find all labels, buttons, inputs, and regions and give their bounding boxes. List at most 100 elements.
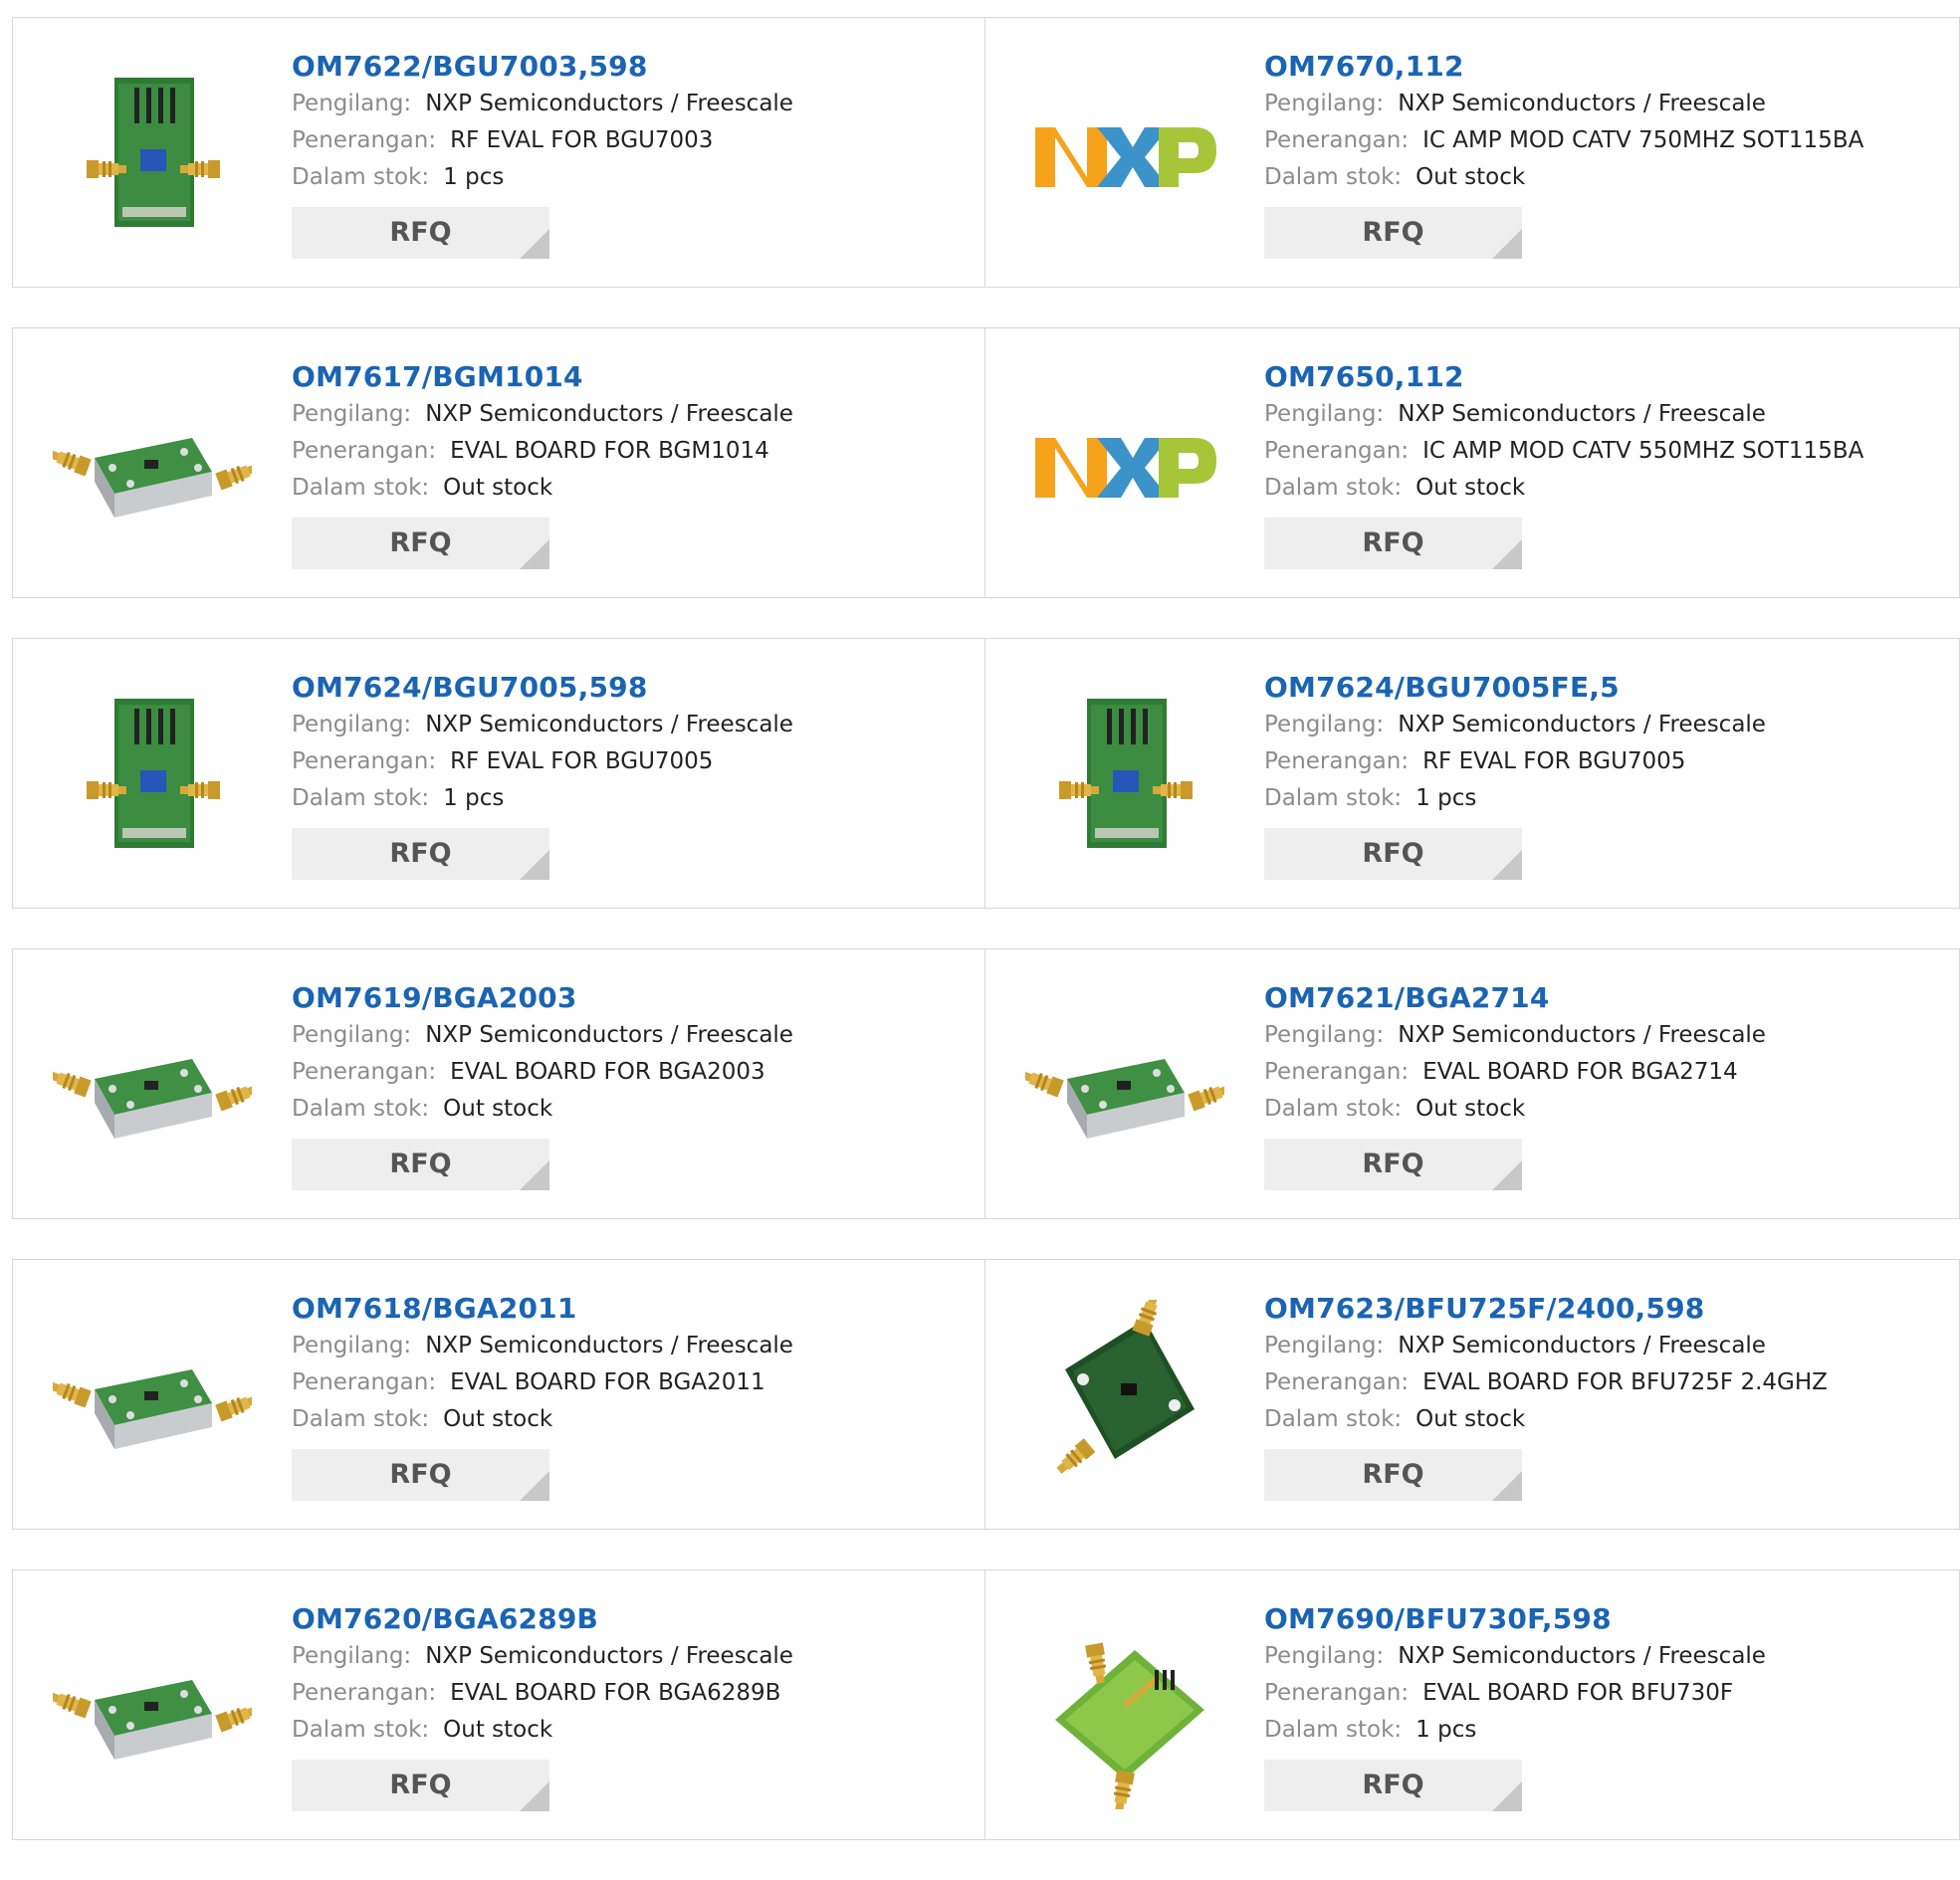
rfq-button[interactable]: RFQ (292, 518, 549, 569)
rfq-corner-decoration (1492, 1471, 1522, 1501)
product-card: OM7618/BGA2011 Pengilang: NXP Semiconduct… (12, 1259, 985, 1530)
rfq-corner-decoration (1492, 1781, 1522, 1811)
product-part-link[interactable]: OM7617/BGM1014 (292, 358, 793, 396)
rfq-button-label: RFQ (389, 527, 452, 558)
description-line: Penerangan: RF EVAL FOR BGU7005 (1264, 743, 1766, 780)
stock-line: Dalam stok: Out stock (292, 1712, 793, 1749)
product-image[interactable] (1025, 58, 1224, 257)
rfq-button[interactable]: RFQ (292, 828, 549, 880)
manufacturer-line: Pengilang: NXP Semiconductors / Freescale (292, 1328, 793, 1364)
manufacturer-label: Pengilang: (292, 1643, 412, 1669)
stock-label: Dalam stok: (1264, 1406, 1403, 1432)
product-part-link[interactable]: OM7620/BGA6289B (292, 1600, 793, 1638)
description-value: EVAL BOARD FOR BFU730F (1422, 1680, 1734, 1706)
rfq-corner-decoration (520, 229, 549, 259)
manufacturer-label: Pengilang: (1264, 401, 1385, 427)
rfq-button[interactable]: RFQ (292, 207, 549, 259)
description-value: RF EVAL FOR BGU7003 (450, 127, 714, 153)
product-image[interactable] (53, 1300, 252, 1499)
product-part-link[interactable]: OM7621/BGA2714 (1264, 979, 1766, 1017)
product-part-link[interactable]: OM7623/BFU725F/2400,598 (1264, 1290, 1828, 1328)
description-label: Penerangan: (1264, 1369, 1410, 1395)
product-part-link[interactable]: OM7624/BGU7005,598 (292, 669, 793, 707)
rfq-button-label: RFQ (1362, 838, 1424, 869)
metal-block-board-icon (53, 1369, 252, 1449)
rfq-button-label: RFQ (1362, 527, 1424, 558)
manufacturer-line: Pengilang: NXP Semiconductors / Freescale (1264, 396, 1863, 433)
manufacturer-label: Pengilang: (1264, 91, 1385, 116)
rfq-button[interactable]: RFQ (292, 1139, 549, 1190)
manufacturer-line: Pengilang: NXP Semiconductors / Freescale (1264, 1328, 1828, 1364)
stock-value: Out stock (1416, 475, 1526, 501)
product-image[interactable] (1025, 1610, 1224, 1809)
manufacturer-label: Pengilang: (1264, 1022, 1385, 1048)
rfq-button[interactable]: RFQ (292, 1449, 549, 1501)
stock-value: Out stock (443, 475, 553, 501)
product-part-link[interactable]: OM7618/BGA2011 (292, 1290, 793, 1328)
description-line: Penerangan: EVAL BOARD FOR BGA6289B (292, 1675, 793, 1712)
product-part-link[interactable]: OM7650,112 (1264, 358, 1863, 396)
product-image[interactable] (53, 989, 252, 1188)
product-image[interactable] (1025, 368, 1224, 567)
manufacturer-line: Pengilang: NXP Semiconductors / Freescale (292, 707, 793, 743)
stock-line: Dalam stok: Out stock (1264, 159, 1863, 196)
stock-line: Dalam stok: 1 pcs (292, 159, 793, 196)
rfq-button[interactable]: RFQ (1264, 1449, 1522, 1501)
stock-label: Dalam stok: (1264, 164, 1403, 190)
product-part-link[interactable]: OM7624/BGU7005FE,5 (1264, 669, 1766, 707)
stock-line: Dalam stok: Out stock (1264, 470, 1863, 507)
manufacturer-label: Pengilang: (1264, 1643, 1385, 1669)
description-value: IC AMP MOD CATV 550MHZ SOT115BA (1422, 438, 1864, 464)
manufacturer-value: NXP Semiconductors / Freescale (425, 1022, 793, 1048)
rfq-button[interactable]: RFQ (1264, 1760, 1522, 1811)
product-card: OM7622/BGU7003,598 Pengilang: NXP Semicon… (12, 17, 985, 288)
manufacturer-label: Pengilang: (1264, 1333, 1385, 1358)
stock-label: Dalam stok: (1264, 785, 1403, 811)
product-image[interactable] (1025, 679, 1224, 878)
manufacturer-label: Pengilang: (292, 1333, 412, 1358)
stock-line: Dalam stok: Out stock (1264, 1401, 1828, 1438)
product-image[interactable] (1025, 1300, 1224, 1499)
product-part-link[interactable]: OM7619/BGA2003 (292, 979, 793, 1017)
rfq-corner-decoration (520, 1160, 549, 1190)
product-image[interactable] (53, 1610, 252, 1809)
product-image[interactable] (1025, 989, 1224, 1188)
manufacturer-line: Pengilang: NXP Semiconductors / Freescale (1264, 1638, 1766, 1675)
stock-value: Out stock (1416, 1096, 1526, 1122)
stock-value: Out stock (443, 1406, 553, 1432)
stock-label: Dalam stok: (292, 475, 430, 501)
product-part-link[interactable]: OM7670,112 (1264, 48, 1863, 86)
product-image[interactable] (53, 368, 252, 567)
rfq-button[interactable]: RFQ (1264, 207, 1522, 259)
stock-value: 1 pcs (1416, 1717, 1477, 1743)
rfq-button[interactable]: RFQ (1264, 518, 1522, 569)
description-line: Penerangan: RF EVAL FOR BGU7003 (292, 122, 793, 159)
product-part-link[interactable]: OM7690/BFU730F,598 (1264, 1600, 1766, 1638)
description-line: Penerangan: IC AMP MOD CATV 550MHZ SOT115… (1264, 433, 1863, 470)
product-info: OM7622/BGU7003,598 Pengilang: NXP Semicon… (292, 48, 793, 259)
manufacturer-value: NXP Semiconductors / Freescale (425, 1643, 793, 1669)
description-line: Penerangan: EVAL BOARD FOR BGA2011 (292, 1364, 793, 1401)
manufacturer-label: Pengilang: (292, 91, 412, 116)
product-image[interactable] (53, 58, 252, 257)
product-info: OM7624/BGU7005,598 Pengilang: NXP Semicon… (292, 669, 793, 880)
manufacturer-line: Pengilang: NXP Semiconductors / Freescale (1264, 1017, 1766, 1054)
stock-line: Dalam stok: Out stock (292, 1401, 793, 1438)
product-image[interactable] (53, 679, 252, 878)
rfq-button-label: RFQ (389, 217, 452, 248)
stock-value: 1 pcs (443, 164, 505, 190)
description-value: RF EVAL FOR BGU7005 (1422, 748, 1686, 774)
product-row: OM7619/BGA2003 Pengilang: NXP Semiconduct… (12, 948, 1960, 1219)
description-value: EVAL BOARD FOR BGA2714 (1422, 1059, 1738, 1085)
rfq-corner-decoration (1492, 539, 1522, 569)
product-info: OM7623/BFU725F/2400,598 Pengilang: NXP Se… (1264, 1290, 1828, 1501)
rfq-button[interactable]: RFQ (1264, 828, 1522, 880)
manufacturer-value: NXP Semiconductors / Freescale (1398, 712, 1766, 737)
product-part-link[interactable]: OM7622/BGU7003,598 (292, 48, 793, 86)
pcb-vertical-header-icon (87, 699, 220, 848)
rfq-button[interactable]: RFQ (292, 1760, 549, 1811)
metal-block-board-icon (53, 1680, 252, 1760)
manufacturer-label: Pengilang: (292, 1022, 412, 1048)
rfq-button[interactable]: RFQ (1264, 1139, 1522, 1190)
stock-value: Out stock (1416, 1406, 1526, 1432)
